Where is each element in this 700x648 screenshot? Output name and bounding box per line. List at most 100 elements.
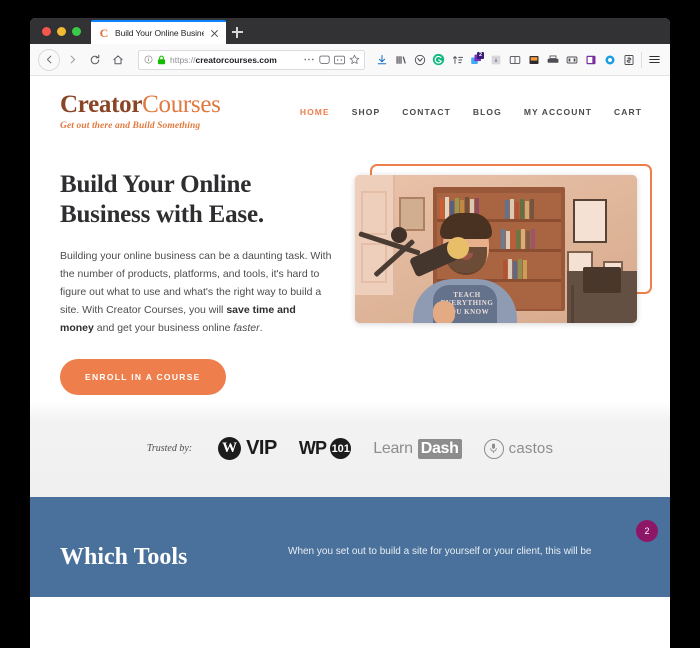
hamburger-menu-icon[interactable] [645,49,664,71]
library-icon[interactable] [391,49,410,71]
video-bg-books-row-5 [503,258,527,279]
window-traffic-lights [30,18,91,44]
vip-text: VIP [246,437,277,460]
status-badge[interactable]: 2 [636,519,658,542]
money-icon[interactable] [619,49,638,71]
main-navigation: HOME SHOP CONTACT BLOG MY ACCOUNT CART [300,107,642,117]
video-bg-equipment [583,266,621,293]
trusted-by-section: Trusted by: W VIP WP 101 Learn Dash casto… [30,400,670,497]
logo-word-creator: Creator [60,91,143,118]
which-tools-section: Which Tools When you set out to build a … [30,496,670,597]
hero-paragraph: Building your online business can be a d… [60,247,332,337]
home-icon[interactable] [107,49,129,71]
learndash-text-learn: Learn [373,439,413,457]
logo-tagline: Get out there and Build Something [60,121,201,131]
logo-word-courses: Courses [142,91,221,118]
grammarly-icon[interactable] [429,49,448,71]
video-bg-door-panel-bottom [361,243,387,283]
video-bg-door-panel-top [361,191,387,235]
nav-item-my-account[interactable]: MY ACCOUNT [524,107,592,117]
forward-icon[interactable] [61,49,83,71]
extension-badge-count: 2 [477,51,484,59]
hero-paragraph-mid: and get your business online [93,321,234,334]
toolbar-divider [641,51,642,68]
sort-tabs-icon[interactable] [448,49,467,71]
which-tools-heading: Which Tools [60,543,188,570]
minimize-window-button[interactable] [57,26,66,36]
page-actions-ellipsis-icon[interactable] [303,55,315,64]
video-bg-books-row-4 [501,228,535,249]
site-header: CreatorCourses Get out there and Build S… [30,76,670,142]
extension-badge-icon[interactable]: 2 [467,49,486,71]
url-text[interactable]: https://creatorcourses.com [170,55,299,65]
hero-media: TEACH EVERYTHING YOU KNOW [352,160,652,395]
hero-title-line1: Build Your Online [60,170,252,198]
downloads-icon[interactable] [372,49,391,71]
hero-paragraph-post: . [259,321,263,334]
hero-paragraph-italic: faster [233,321,260,334]
printer-icon[interactable] [543,49,562,71]
hero-content: Build Your Online Business with Ease. Bu… [60,160,332,395]
trusted-by-label: Trusted by: [146,443,193,455]
close-window-button[interactable] [42,26,51,36]
wp101-number-icon: 101 [330,438,352,460]
reader-view-icon[interactable] [319,55,330,65]
new-tab-button[interactable] [226,20,248,44]
nav-item-shop[interactable]: SHOP [352,107,381,117]
video-bg-desk-leg [571,284,574,323]
bookmark-star-icon[interactable] [349,54,360,65]
hero-video-thumbnail[interactable]: TEACH EVERYTHING YOU KNOW [355,174,637,323]
back-icon[interactable] [38,49,60,71]
video-bg-books-row-2 [505,198,534,219]
castos-text: castos [508,440,554,458]
enroll-in-course-button[interactable]: ENROLL IN A COURSE [60,358,226,395]
video-person-hand [433,300,455,323]
container-tabs-icon[interactable] [486,49,505,71]
wordpress-icon: W [218,437,242,461]
split-view-icon[interactable] [505,49,524,71]
browser-tabstrip: C Build Your Online Business with [30,18,670,44]
video-bg-wall-art-left [399,196,425,231]
reload-icon[interactable] [84,49,106,71]
maximize-window-button[interactable] [72,26,81,36]
nav-item-contact[interactable]: CONTACT [402,107,451,117]
url-bar[interactable]: https://creatorcourses.com [138,49,365,70]
browser-navbar: https://creatorcourses.com 2 [30,44,670,76]
hero-section: Build Your Online Business with Ease. Bu… [30,142,670,395]
hero-title-line2: Business with Ease. [60,201,264,228]
video-microphone-windscreen [447,236,469,259]
nav-item-cart[interactable]: CART [614,107,642,117]
page-viewport: CreatorCourses Get out there and Build S… [30,76,670,648]
qr-code-icon[interactable] [562,49,581,71]
video-person-eye-right [473,232,479,236]
logo-wordmark: CreatorCourses [60,92,221,117]
screenshot-icon[interactable] [334,55,345,65]
color-picker-icon[interactable] [524,49,543,71]
microphone-icon [483,438,504,459]
learndash-logo: Learn Dash [373,438,462,459]
browser-window: C Build Your Online Business with https:… [30,18,670,648]
video-person-hair [440,212,492,239]
which-tools-paragraph: When you set out to build a site for you… [288,545,592,557]
wordpress-vip-logo: W VIP [218,437,277,461]
video-person-eye-left [449,232,455,236]
tab-title: Build Your Online Business with [115,28,204,38]
browser-toolbar-icons: 2 [372,49,664,71]
creator-courses-favicon: C [99,26,109,40]
nav-item-home[interactable]: HOME [300,107,330,117]
site-logo[interactable]: CreatorCourses Get out there and Build S… [60,92,221,132]
close-icon[interactable] [209,28,220,39]
nav-item-blog[interactable]: BLOG [473,107,502,117]
wp101-logo: WP 101 [298,438,352,460]
video-mic-boom-joint [391,226,407,243]
wp101-text: WP [298,438,327,459]
castos-logo: castos [483,438,554,459]
browser-tab-active[interactable]: C Build Your Online Business with [91,20,226,44]
video-bg-framed-photo-right [573,198,607,243]
padlock-icon[interactable] [157,55,166,65]
bubble-icon[interactable] [600,49,619,71]
pocket-icon[interactable] [410,49,429,71]
info-circle-icon[interactable] [144,55,153,64]
onenote-icon[interactable] [581,49,600,71]
learndash-text-dash: Dash [417,438,462,459]
